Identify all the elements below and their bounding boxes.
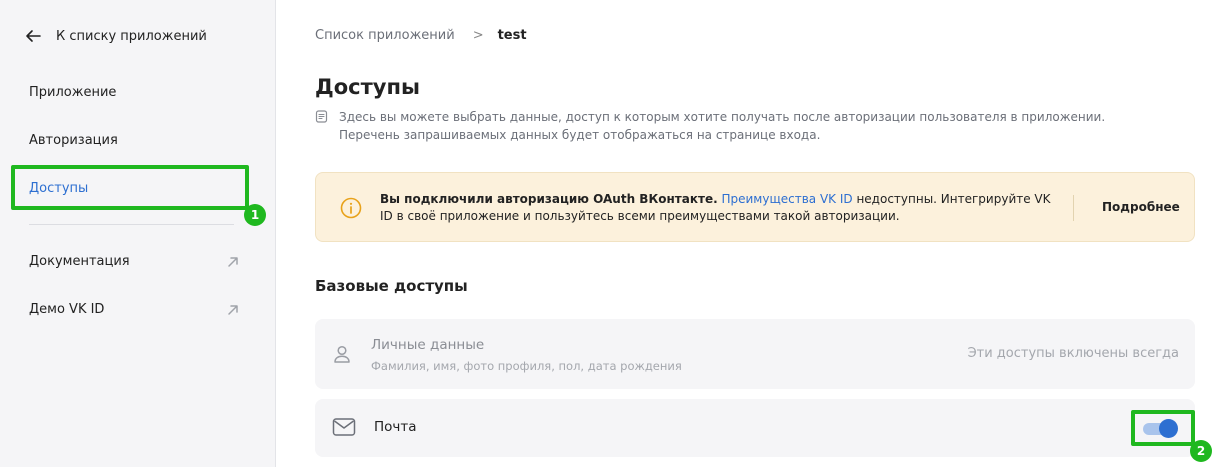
always-enabled-note: Эти доступы включены всегда <box>967 346 1179 361</box>
oauth-warning-banner: Вы подключили авторизацию OAuth ВКонтакт… <box>315 172 1195 242</box>
page-title: Доступы <box>315 75 420 99</box>
annotation-badge-1: 1 <box>244 204 266 226</box>
sidebar-item-authorization[interactable]: Авторизация <box>29 133 118 148</box>
sidebar-item-documentation[interactable]: Документация <box>29 254 239 269</box>
access-row-title: Личные данные <box>371 337 485 353</box>
back-to-apps-link[interactable]: К списку приложений <box>24 27 207 45</box>
external-link-icon <box>228 256 238 267</box>
banner-bold-text: Вы подключили авторизацию OAuth ВКонтакт… <box>380 192 718 206</box>
document-icon <box>315 110 328 123</box>
breadcrumb-parent[interactable]: Список приложений <box>315 28 455 43</box>
annotation-box-2 <box>1131 410 1195 446</box>
mail-icon <box>332 418 356 436</box>
sidebar-item-demo-vkid[interactable]: Демо VK ID <box>29 302 239 317</box>
sidebar-item-application[interactable]: Приложение <box>29 85 116 100</box>
annotation-badge-2: 2 <box>1190 440 1212 462</box>
access-row-personal-data: Личные данные Фамилия, имя, фото профиля… <box>315 319 1195 389</box>
sidebar: К списку приложений Приложение Авторизац… <box>0 0 276 467</box>
sidebar-divider <box>29 224 234 225</box>
page-description: Здесь вы можете выбрать данные, доступ к… <box>339 110 1106 142</box>
annotation-box-1 <box>11 165 249 210</box>
back-label: К списку приложений <box>56 28 207 44</box>
access-row-subtitle: Фамилия, имя, фото профиля, пол, дата ро… <box>371 359 682 373</box>
sidebar-item-label: Демо VK ID <box>29 302 105 317</box>
access-row-title: Почта <box>374 419 417 435</box>
breadcrumb: Список приложений > test <box>315 28 527 43</box>
arrow-left-icon <box>26 30 41 42</box>
access-row-email: Почта <box>315 399 1195 457</box>
person-icon <box>334 345 350 363</box>
breadcrumb-separator: > <box>472 28 484 43</box>
vkid-benefits-link[interactable]: Преимущества VK ID <box>721 192 852 206</box>
external-link-icon <box>228 304 238 315</box>
section-title: Базовые доступы <box>315 277 468 295</box>
sidebar-item-label: Документация <box>29 254 130 269</box>
breadcrumb-current: test <box>497 28 527 43</box>
info-icon <box>340 197 362 219</box>
banner-text: Вы подключили авторизацию OAuth ВКонтакт… <box>380 191 1060 225</box>
more-button[interactable]: Подробнее <box>1102 200 1180 214</box>
banner-divider <box>1073 195 1074 221</box>
